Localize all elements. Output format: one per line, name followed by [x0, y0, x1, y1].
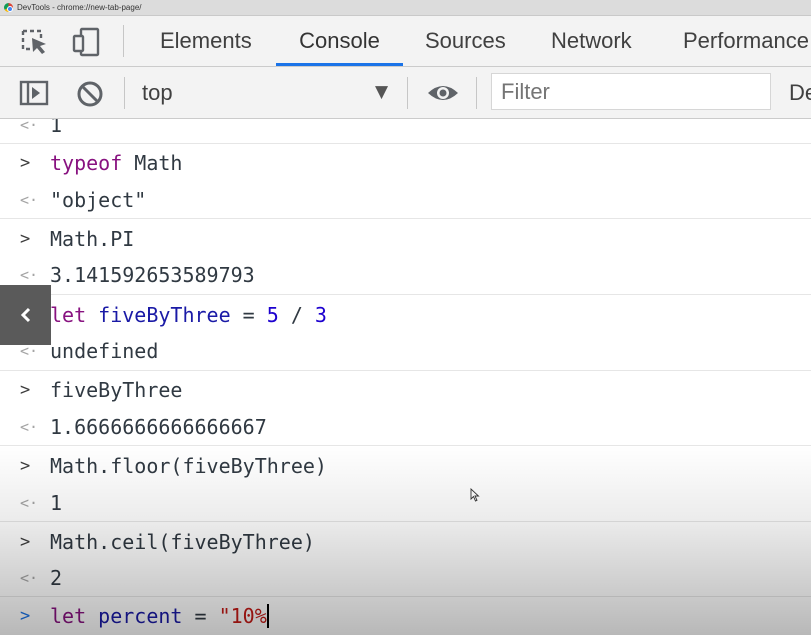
row-divider — [0, 521, 811, 522]
row-divider — [0, 596, 811, 597]
console-output-row: <· "object" — [0, 182, 811, 218]
console-output-row: <· 2 — [0, 560, 811, 596]
device-toolbar-icon[interactable] — [72, 27, 102, 57]
console-output-text: 1 — [50, 119, 63, 137]
console-input-text[interactable]: Math.floor(fiveByThree) — [50, 448, 327, 484]
row-divider — [0, 445, 811, 446]
row-divider — [0, 143, 811, 144]
console-input-row[interactable]: > Math.ceil(fiveByThree) — [0, 524, 811, 560]
filter-input[interactable] — [491, 73, 771, 110]
console-output-text: undefined — [50, 339, 159, 363]
window-title: DevTools - chrome://new-tab-page/ — [17, 3, 142, 12]
tab-performance[interactable]: Performance — [683, 16, 809, 66]
tab-elements[interactable]: Elements — [160, 16, 252, 66]
row-divider — [0, 294, 811, 295]
chevron-left-icon[interactable] — [0, 285, 51, 345]
console-prompt-input[interactable]: let percent = "10% — [50, 598, 269, 634]
console-output-row: <· 1 — [0, 119, 811, 143]
live-expression-eye-icon[interactable] — [426, 81, 460, 109]
console-output-text: 2 — [50, 566, 63, 590]
console-input-text[interactable]: Math.PI — [50, 221, 134, 257]
row-divider — [0, 370, 811, 371]
inspect-element-icon[interactable] — [20, 27, 50, 57]
console-input-text[interactable]: let fiveByThree = 5 / 3 — [50, 297, 327, 333]
devtools-tabbar: Elements Console Sources Network Perform… — [0, 16, 811, 67]
input-prompt-icon: > — [20, 532, 31, 552]
console-output-text: 1 — [50, 491, 63, 515]
input-prompt-icon: > — [20, 153, 31, 173]
chrome-icon — [4, 3, 13, 12]
text-caret — [266, 604, 269, 628]
dropdown-arrow-icon[interactable]: ▼ — [375, 82, 388, 102]
tab-network[interactable]: Network — [551, 16, 632, 66]
input-prompt-icon: > — [20, 380, 31, 400]
console-input-row[interactable]: > let fiveByThree = 5 / 3 — [0, 297, 811, 333]
context-selector[interactable]: top — [142, 67, 173, 118]
prompt-chevron-icon: > — [20, 606, 31, 626]
toolbar-divider — [123, 25, 124, 57]
console-toolbar: top ▼ De — [0, 67, 811, 119]
window-titlebar: DevTools - chrome://new-tab-page/ — [0, 0, 811, 16]
row-divider — [0, 218, 811, 219]
console-input-text[interactable]: Math.ceil(fiveByThree) — [50, 524, 315, 560]
input-prompt-icon: > — [20, 456, 31, 476]
console-output-row: <· 1 — [0, 485, 811, 521]
console-input-text[interactable]: typeof Math — [50, 145, 182, 181]
clear-console-icon[interactable] — [76, 80, 104, 112]
output-arrow-icon: <· — [20, 494, 39, 512]
console-input-row[interactable]: > typeof Math — [0, 145, 811, 181]
mouse-cursor-icon — [470, 487, 480, 506]
toolbar-divider — [476, 77, 477, 109]
tab-console[interactable]: Console — [276, 16, 403, 66]
console-output-text: "object" — [50, 188, 147, 212]
output-arrow-icon: <· — [20, 569, 39, 587]
console-prompt[interactable]: > let percent = "10% — [0, 598, 811, 634]
toolbar-divider — [407, 77, 408, 109]
output-arrow-icon: <· — [20, 191, 39, 209]
console-output-row: <· 3.141592653589793 — [0, 257, 811, 293]
output-arrow-icon: <· — [20, 418, 39, 436]
show-sidebar-icon[interactable] — [19, 80, 49, 110]
input-prompt-icon: > — [20, 229, 31, 249]
output-arrow-icon: <· — [20, 119, 39, 134]
console-output-row: <· 1.6666666666666667 — [0, 409, 811, 445]
console-input-text[interactable]: fiveByThree — [50, 372, 182, 408]
toolbar-divider — [124, 77, 125, 109]
console-input-row[interactable]: > Math.PI — [0, 221, 811, 257]
tab-sources[interactable]: Sources — [425, 16, 506, 66]
console-output-text: 1.6666666666666667 — [50, 415, 267, 439]
default-levels-dropdown[interactable]: De — [789, 67, 811, 118]
console-output-row: <· undefined — [0, 333, 811, 369]
console-output-text: 3.141592653589793 — [50, 263, 255, 287]
console-input-row[interactable]: > fiveByThree — [0, 372, 811, 408]
console-messages[interactable]: <· 1 > typeof Math <· "object" > Math.PI… — [0, 119, 811, 635]
console-input-row[interactable]: > Math.floor(fiveByThree) — [0, 448, 811, 484]
